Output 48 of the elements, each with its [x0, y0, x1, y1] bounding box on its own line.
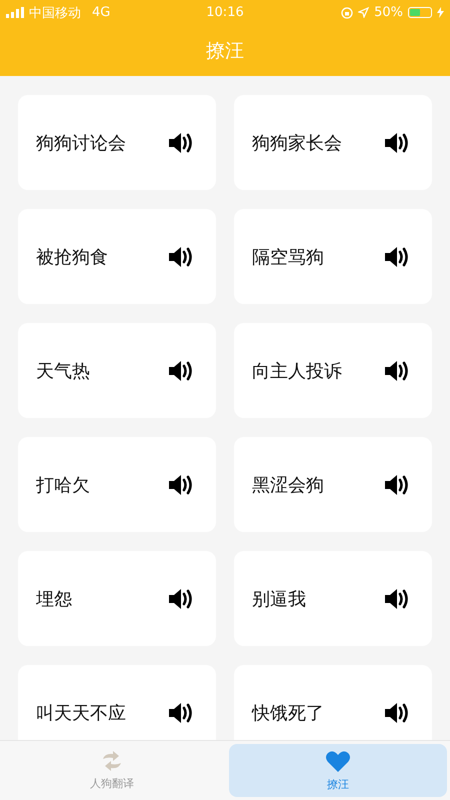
sound-card[interactable]: 天气热 [18, 323, 216, 418]
sound-card[interactable]: 狗狗家长会 [234, 95, 432, 190]
speaker-icon[interactable] [168, 702, 194, 724]
sound-card[interactable]: 打哈欠 [18, 437, 216, 532]
speaker-icon[interactable] [168, 360, 194, 382]
network-type: 4G [92, 5, 110, 20]
sound-label: 叫天天不应 [36, 702, 126, 724]
sound-label: 向主人投诉 [252, 360, 342, 382]
battery-percent: 50% [374, 5, 403, 20]
speaker-icon[interactable] [384, 360, 410, 382]
location-icon [358, 7, 370, 18]
sound-label: 隔空骂狗 [252, 246, 324, 268]
speaker-icon[interactable] [168, 132, 194, 154]
sound-label: 狗狗家长会 [252, 132, 342, 154]
sound-label: 埋怨 [36, 588, 72, 610]
sound-label: 黑涩会狗 [252, 474, 324, 496]
speaker-icon[interactable] [168, 246, 194, 268]
sound-label: 别逼我 [252, 588, 306, 610]
speaker-icon[interactable] [384, 132, 410, 154]
speaker-icon[interactable] [384, 474, 410, 496]
clock-time: 10:16 [206, 5, 244, 20]
sound-label: 被抢狗食 [36, 246, 108, 268]
sound-card[interactable]: 狗狗讨论会 [18, 95, 216, 190]
speaker-icon[interactable] [384, 702, 410, 724]
sound-card[interactable]: 隔空骂狗 [234, 209, 432, 304]
sound-label: 天气热 [36, 360, 90, 382]
speaker-icon[interactable] [168, 588, 194, 610]
sound-card[interactable]: 叫天天不应 [18, 665, 216, 740]
sound-label: 快饿死了 [252, 702, 324, 724]
sound-card[interactable]: 被抢狗食 [18, 209, 216, 304]
sound-label: 狗狗讨论会 [36, 132, 126, 154]
sound-card[interactable]: 黑涩会狗 [234, 437, 432, 532]
signal-icon [6, 7, 24, 18]
speaker-icon[interactable] [168, 474, 194, 496]
sound-card[interactable]: 埋怨 [18, 551, 216, 646]
swap-icon [100, 750, 124, 772]
speaker-icon[interactable] [384, 588, 410, 610]
sound-card[interactable]: 向主人投诉 [234, 323, 432, 418]
sound-card[interactable]: 快饿死了 [234, 665, 432, 740]
heart-icon [325, 750, 351, 772]
sound-card[interactable]: 别逼我 [234, 551, 432, 646]
sound-label: 打哈欠 [36, 474, 90, 496]
battery-icon [408, 7, 432, 18]
lock-icon [341, 6, 354, 18]
speaker-icon[interactable] [384, 246, 410, 268]
carrier-name: 中国移动 [29, 4, 81, 22]
charging-icon [437, 7, 444, 18]
page-title: 撩汪 [206, 38, 244, 64]
